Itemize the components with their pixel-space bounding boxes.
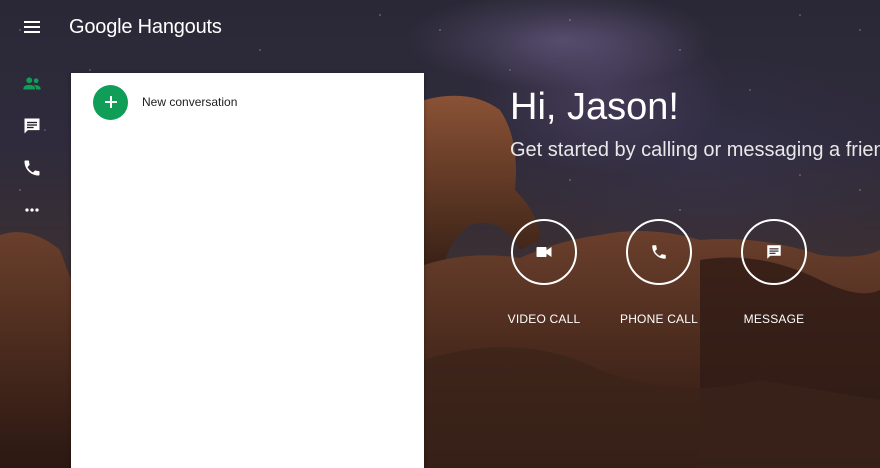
hamburger-menu-icon (24, 21, 40, 33)
sidebar-nav (14, 66, 50, 234)
video-call-circle (511, 219, 577, 285)
sidebar-item-contacts[interactable] (14, 66, 50, 102)
more-horiz-icon (25, 208, 39, 212)
video-call-button[interactable]: VIDEO CALL (494, 219, 594, 326)
phone-call-circle (626, 219, 692, 285)
video-call-label: VIDEO CALL (507, 312, 581, 326)
main-menu-button[interactable] (18, 16, 46, 40)
phone-call-label: PHONE CALL (619, 312, 699, 326)
message-circle (741, 219, 807, 285)
new-conversation-label: New conversation (142, 95, 238, 109)
sidebar-item-more[interactable] (14, 192, 50, 228)
videocam-icon (536, 247, 552, 257)
new-conversation-button[interactable]: New conversation (93, 84, 237, 120)
chat-icon (24, 118, 40, 134)
hangouts-app: Google Hangouts New conversation Hi, Jas… (0, 0, 880, 468)
contacts-icon (23, 77, 41, 90)
app-title: Google Hangouts (69, 16, 222, 38)
sidebar-item-calls[interactable] (14, 150, 50, 186)
add-icon-circle (93, 84, 128, 120)
message-button[interactable]: MESSAGE (724, 219, 824, 326)
conversation-list-panel: New conversation (71, 73, 424, 468)
message-icon (767, 245, 781, 259)
greeting-subtitle: Get started by calling or messaging a fr… (510, 139, 880, 161)
phone-icon (24, 160, 40, 176)
phone-icon (652, 245, 666, 259)
greeting-heading: Hi, Jason! (510, 86, 679, 128)
message-label: MESSAGE (743, 312, 805, 326)
sidebar-item-messages[interactable] (14, 108, 50, 144)
plus-icon (104, 96, 117, 108)
phone-call-button[interactable]: PHONE CALL (609, 219, 709, 326)
